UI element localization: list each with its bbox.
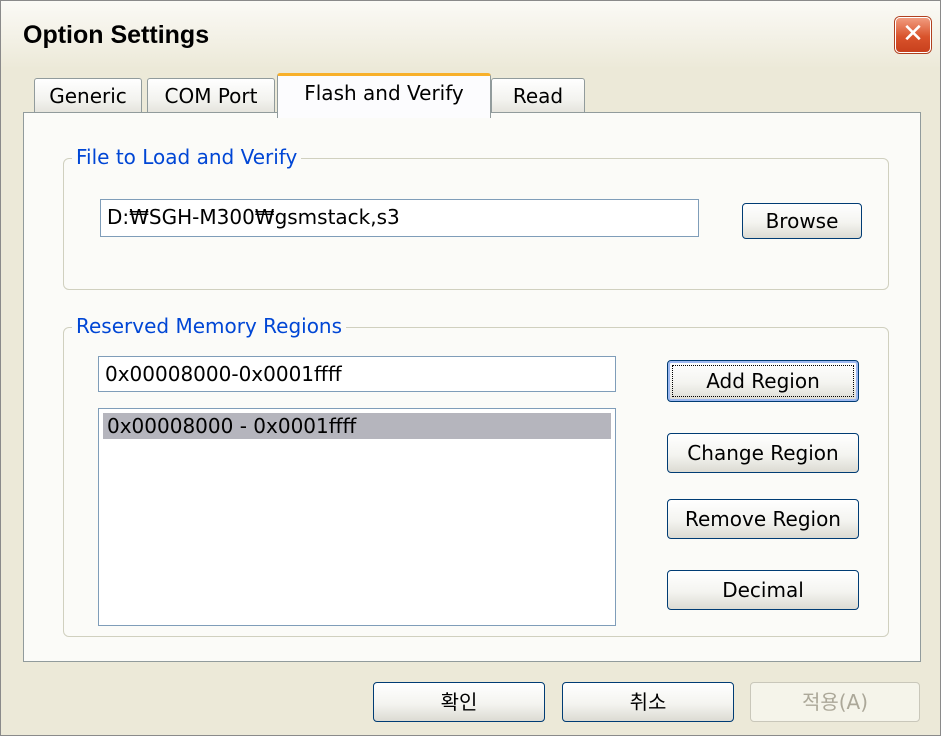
tab-panel-flash-and-verify: File to Load and Verify D:₩SGH-M300₩gsms… (23, 112, 921, 662)
tab-com-port[interactable]: COM Port (147, 78, 275, 113)
tab-flash-and-verify[interactable]: Flash and Verify (277, 73, 491, 118)
file-group-title: File to Load and Verify (72, 145, 302, 169)
decimal-button[interactable]: Decimal (667, 570, 859, 610)
option-settings-window: Option Settings ✕ Generic COM Port Flash… (0, 0, 941, 736)
close-button[interactable]: ✕ (895, 17, 931, 53)
region-input[interactable]: 0x00008000-0x0001ffff (98, 356, 616, 392)
tab-read[interactable]: Read (491, 78, 585, 113)
remove-region-button[interactable]: Remove Region (667, 499, 859, 539)
focus-ring (672, 365, 854, 397)
cancel-button[interactable]: 취소 (562, 682, 734, 722)
region-list[interactable]: 0x00008000 - 0x0001ffff (98, 408, 616, 626)
region-group-title: Reserved Memory Regions (72, 314, 347, 338)
tab-generic[interactable]: Generic (34, 78, 142, 113)
close-icon: ✕ (902, 19, 924, 49)
list-item[interactable]: 0x00008000 - 0x0001ffff (103, 413, 611, 439)
apply-button[interactable]: 적용(A) (750, 682, 920, 722)
window-title: Option Settings (23, 21, 210, 49)
browse-button[interactable]: Browse (742, 203, 862, 239)
title-bar[interactable]: Option Settings ✕ (1, 1, 940, 69)
file-path-input[interactable]: D:₩SGH-M300₩gsmstack,s3 (100, 199, 699, 237)
ok-button[interactable]: 확인 (373, 682, 545, 722)
add-region-button[interactable]: Add Region (667, 360, 859, 402)
change-region-button[interactable]: Change Region (667, 433, 859, 473)
